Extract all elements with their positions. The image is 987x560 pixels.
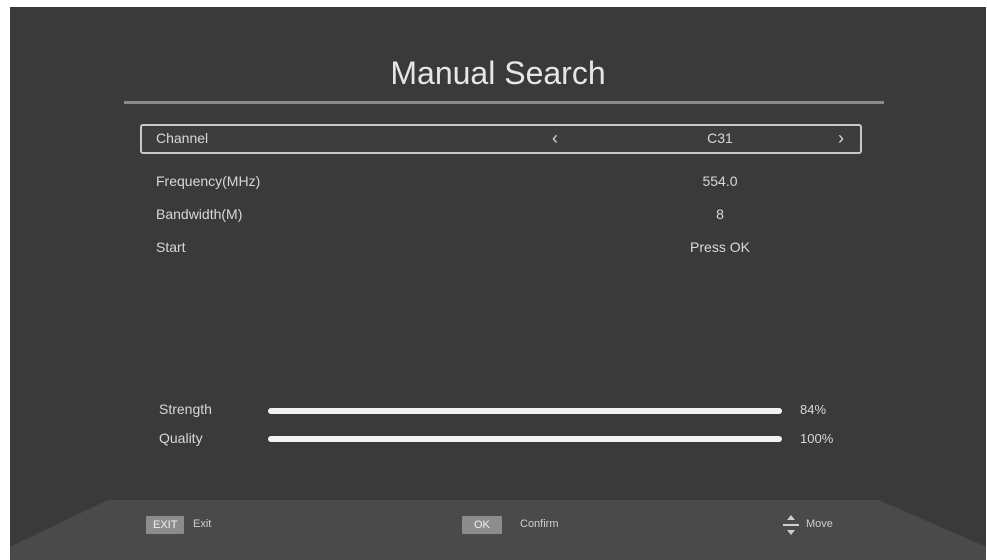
menu-value-bandwidth: 8 xyxy=(716,206,724,222)
menu-value-frequency: 554.0 xyxy=(702,173,738,189)
chevron-left-icon[interactable]: ‹ xyxy=(552,128,558,149)
strength-meter xyxy=(268,408,782,414)
quality-percent: 100% xyxy=(800,431,834,446)
exit-hint: Exit xyxy=(193,518,212,530)
menu-label-frequency: Frequency(MHz) xyxy=(156,173,261,189)
confirm-hint: Confirm xyxy=(520,518,559,530)
page-title: Manual Search xyxy=(390,55,606,91)
move-arrows-icon xyxy=(783,515,799,535)
menu-value-channel: C31 xyxy=(707,130,733,146)
title-divider xyxy=(124,101,884,104)
exit-key[interactable]: EXIT xyxy=(146,516,185,534)
strength-label: Strength xyxy=(159,401,212,417)
chevron-right-icon[interactable]: › xyxy=(838,128,844,149)
strength-percent: 84% xyxy=(800,402,827,417)
tv-screen: Manual Search Channel ‹ C31 › Frequency(… xyxy=(10,7,986,560)
quality-label: Quality xyxy=(159,430,203,446)
quality-meter xyxy=(268,436,782,442)
strength-meter-fill xyxy=(268,408,782,414)
quality-meter-fill xyxy=(268,436,782,442)
footer-bar: EXIT Exit OK Confirm Move xyxy=(10,500,986,560)
menu-row-bandwidth[interactable]: Bandwidth(M) 8 xyxy=(140,200,862,230)
menu-value-start: Press OK xyxy=(690,239,750,255)
menu-row-start[interactable]: Start Press OK xyxy=(140,233,862,263)
menu-row-frequency[interactable]: Frequency(MHz) 554.0 xyxy=(140,167,862,197)
ok-key[interactable]: OK xyxy=(462,516,502,534)
menu-label-bandwidth: Bandwidth(M) xyxy=(156,206,243,222)
menu-label-channel: Channel xyxy=(156,130,209,146)
move-hint: Move xyxy=(806,518,833,530)
menu-row-channel[interactable]: Channel ‹ C31 › xyxy=(140,124,862,154)
menu-label-start: Start xyxy=(156,239,186,255)
